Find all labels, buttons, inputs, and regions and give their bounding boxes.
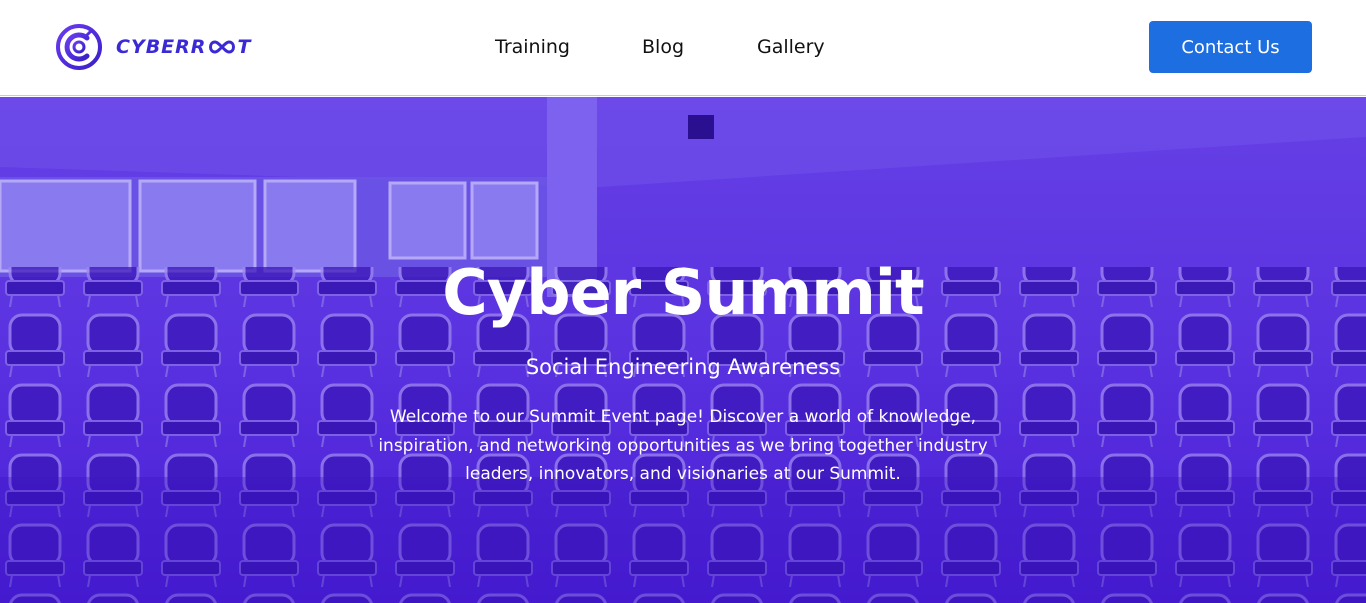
infinity-icon [207,40,237,54]
hero-banner: Cyber Summit Social Engineering Awarenes… [0,97,1366,603]
hero-description: Welcome to our Summit Event page! Discov… [378,407,988,484]
contact-us-button[interactable]: Contact Us [1149,21,1312,73]
nav-blog-link[interactable]: Blog [642,36,684,58]
site-header: CYBERR T Training Blog Gallery Contact U… [0,0,1366,96]
cyberroot-c-logo-icon [56,24,102,70]
brand-name-suffix: T [237,36,252,58]
nav-training-link[interactable]: Training [495,36,570,58]
brand-name: CYBERR [116,36,207,58]
brand-logo-link[interactable]: CYBERR T [56,24,251,70]
hero-title: Cyber Summit [442,256,924,329]
nav-gallery-link[interactable]: Gallery [757,36,825,58]
brand-wordmark: CYBERR T [116,36,251,58]
hero-content: Cyber Summit Social Engineering Awarenes… [0,97,1366,603]
hero-subtitle: Social Engineering Awareness [525,355,841,379]
